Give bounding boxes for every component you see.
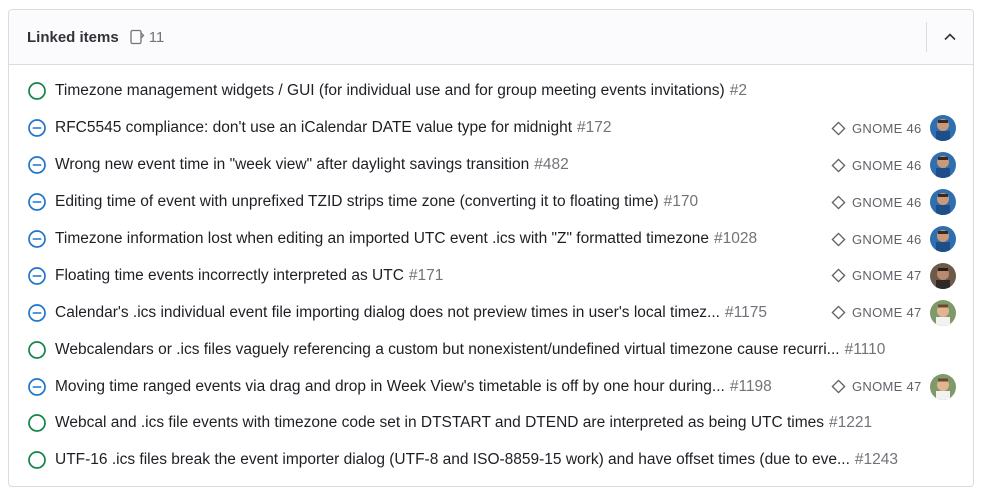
- item-reference: #1110: [844, 340, 886, 358]
- item-title[interactable]: Floating time events incorrectly interpr…: [55, 267, 404, 285]
- milestone: GNOME 46: [831, 195, 922, 210]
- item-reference: #172: [577, 119, 612, 137]
- linked-item[interactable]: RFC5545 compliance: don't use an iCalend…: [9, 110, 973, 147]
- card-title: Linked items: [27, 28, 119, 46]
- assignee-avatar[interactable]: [930, 299, 956, 326]
- linked-item[interactable]: Moving time ranged events via drag and d…: [9, 368, 973, 405]
- issue-blocked-icon: [28, 230, 46, 248]
- milestone-label: GNOME 46: [852, 194, 922, 210]
- linked-item[interactable]: Timezone management widgets / GUI (for i…: [9, 73, 973, 110]
- item-reference: #1028: [713, 230, 758, 247]
- item-reference: #1243: [854, 451, 898, 469]
- linked-item[interactable]: Webcal and .ics file events with timezon…: [9, 405, 973, 442]
- item-title[interactable]: Moving time ranged events via drag and d…: [55, 378, 725, 396]
- issue-open-icon: [28, 451, 46, 470]
- item-title[interactable]: Webcalendars or .ics files vaguely refer…: [55, 341, 840, 359]
- issues-icon: [130, 29, 145, 45]
- linked-count-value: 11: [148, 28, 165, 46]
- collapse-button[interactable]: [926, 22, 973, 52]
- item-reference: #1198: [729, 377, 772, 395]
- milestone-icon: [831, 158, 846, 173]
- assignee-avatar[interactable]: [930, 226, 956, 252]
- milestone-icon: [831, 305, 846, 320]
- linked-item[interactable]: Calendar's .ics individual event file im…: [9, 294, 973, 331]
- issue-blocked-icon: [28, 119, 46, 138]
- item-title[interactable]: Editing time of event with unprefixed TZ…: [55, 193, 659, 211]
- item-title[interactable]: Timezone information lost when editing a…: [55, 230, 709, 248]
- milestone: GNOME 47: [831, 268, 922, 283]
- item-title[interactable]: Calendar's .ics individual event file im…: [55, 304, 720, 322]
- item-title[interactable]: Wrong new event time in "week view" afte…: [55, 156, 529, 174]
- milestone-label: GNOME 46: [852, 231, 922, 247]
- issue-blocked-icon: [28, 303, 46, 322]
- linked-items-card: Linked items 11 Timezone management widg…: [8, 9, 974, 487]
- linked-items-list: Timezone management widgets / GUI (for i…: [9, 65, 973, 479]
- item-text: Timezone management widgets / GUI (for i…: [55, 82, 948, 100]
- milestone-label: GNOME 46: [852, 120, 922, 136]
- item-reference: #1221: [829, 414, 873, 432]
- item-reference: #170: [663, 193, 699, 211]
- item-text: Floating time events incorrectly interpr…: [55, 267, 815, 285]
- item-text: Wrong new event time in "week view" afte…: [55, 156, 815, 174]
- item-title[interactable]: UTF-16 .ics files break the event import…: [55, 451, 850, 469]
- assignee-avatar[interactable]: [930, 373, 956, 400]
- milestone: GNOME 47: [831, 379, 922, 394]
- item-text: Calendar's .ics individual event file im…: [55, 304, 815, 322]
- linked-item[interactable]: Editing time of event with unprefixed TZ…: [9, 184, 973, 221]
- milestone: GNOME 46: [831, 232, 922, 247]
- item-text: Webcal and .ics file events with timezon…: [55, 414, 948, 432]
- assignee-avatar[interactable]: [930, 262, 956, 289]
- item-title[interactable]: Timezone management widgets / GUI (for i…: [55, 82, 725, 100]
- linked-item[interactable]: UTF-16 .ics files break the event import…: [9, 442, 973, 479]
- item-reference: #171: [408, 266, 444, 284]
- milestone-label: GNOME 47: [852, 379, 922, 395]
- milestone: GNOME 46: [831, 158, 922, 173]
- assignee-avatar[interactable]: [930, 115, 956, 142]
- item-reference: #1175: [724, 303, 767, 321]
- issue-blocked-icon: [28, 377, 46, 396]
- item-text: Timezone information lost when editing a…: [55, 230, 815, 248]
- chevron-up-icon: [944, 33, 956, 41]
- milestone-label: GNOME 46: [852, 157, 922, 173]
- milestone: GNOME 47: [831, 305, 922, 320]
- assignee-avatar[interactable]: [930, 152, 956, 179]
- issue-open-icon: [28, 414, 46, 433]
- issue-blocked-icon: [28, 193, 46, 211]
- item-title[interactable]: Webcal and .ics file events with timezon…: [55, 414, 824, 432]
- linked-item[interactable]: Wrong new event time in "week view" afte…: [9, 147, 973, 184]
- milestone-icon: [831, 268, 846, 283]
- linked-item[interactable]: Timezone information lost when editing a…: [9, 221, 973, 258]
- linked-count: 11: [129, 28, 165, 46]
- card-header: Linked items 11: [9, 10, 973, 65]
- item-reference: #482: [534, 156, 569, 174]
- milestone-icon: [831, 121, 846, 136]
- item-text: RFC5545 compliance: don't use an iCalend…: [55, 119, 815, 137]
- milestone-icon: [831, 195, 846, 210]
- linked-item[interactable]: Floating time events incorrectly interpr…: [9, 257, 973, 294]
- item-text: Moving time ranged events via drag and d…: [55, 378, 815, 396]
- milestone-icon: [831, 379, 846, 394]
- issue-blocked-icon: [28, 267, 46, 285]
- milestone-icon: [831, 231, 846, 247]
- milestone-label: GNOME 47: [852, 268, 922, 284]
- item-text: Editing time of event with unprefixed TZ…: [55, 193, 815, 211]
- item-text: UTF-16 .ics files break the event import…: [55, 451, 948, 469]
- item-title[interactable]: RFC5545 compliance: don't use an iCalend…: [55, 119, 572, 137]
- assignee-avatar[interactable]: [930, 189, 956, 216]
- item-reference: #2: [729, 82, 747, 100]
- issue-blocked-icon: [28, 156, 46, 175]
- milestone-label: GNOME 47: [852, 305, 922, 321]
- milestone: GNOME 46: [831, 121, 922, 136]
- linked-item[interactable]: Webcalendars or .ics files vaguely refer…: [9, 331, 973, 368]
- item-text: Webcalendars or .ics files vaguely refer…: [55, 341, 948, 359]
- issue-open-icon: [28, 82, 46, 101]
- issue-open-icon: [28, 340, 46, 359]
